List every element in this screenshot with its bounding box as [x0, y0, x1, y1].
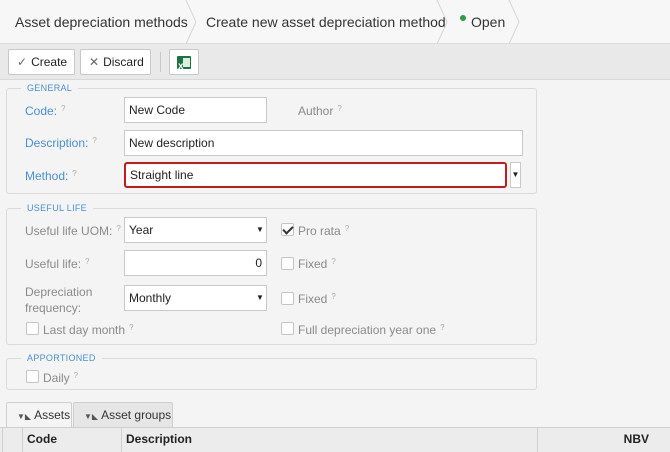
depreciation-frequency-label-line2: frequency:: [25, 301, 82, 315]
column-header-code[interactable]: Code: [22, 428, 121, 452]
useful-life-label: Useful life:?: [25, 257, 90, 271]
full-depreciation-year-one-label: Full depreciation year one?: [298, 323, 445, 337]
last-day-month-checkbox[interactable]: [26, 322, 39, 335]
tab-asset-groups-label: Asset groups: [101, 408, 172, 422]
useful-life-uom-select[interactable]: Year ▼: [124, 217, 267, 243]
help-icon: ?: [116, 224, 121, 233]
tab-icon: ▼◣: [17, 412, 32, 421]
column-header-nbv[interactable]: NBV: [537, 428, 653, 452]
help-icon: ?: [337, 104, 342, 113]
fixed-checkbox-2[interactable]: [281, 292, 294, 305]
help-icon: ?: [331, 257, 336, 266]
discard-button-label: Discard: [103, 55, 144, 69]
toolbar-divider: [160, 52, 161, 72]
status-badge: Open: [460, 0, 505, 44]
fixed-label-1: Fixed?: [298, 257, 336, 271]
tab-assets[interactable]: ▼◣ Assets: [6, 402, 72, 428]
column-header-description[interactable]: Description: [121, 428, 537, 452]
help-icon: ?: [73, 371, 79, 380]
help-icon: ?: [92, 136, 97, 145]
daily-checkbox[interactable]: [26, 370, 39, 383]
fixed-label-2: Fixed?: [298, 292, 336, 306]
chevron-down-icon: ▼: [256, 293, 264, 302]
code-field[interactable]: New Code: [124, 97, 267, 123]
description-field[interactable]: New description: [124, 130, 523, 156]
status-text: Open: [471, 14, 506, 30]
help-icon: ?: [85, 257, 90, 266]
excel-icon: [177, 55, 191, 79]
apportioned-legend: APPORTIONED: [21, 353, 102, 363]
grid-header: Code Description NBV: [0, 427, 670, 452]
full-depreciation-year-one-checkbox[interactable]: [281, 322, 294, 335]
general-legend: GENERAL: [21, 83, 79, 93]
help-icon: ?: [440, 323, 445, 332]
pro-rata-label: Pro rata?: [298, 224, 350, 238]
breadcrumb-separator-icon: [508, 0, 520, 44]
export-excel-button[interactable]: [169, 49, 199, 79]
depreciation-frequency-label-line1: Depreciation: [25, 285, 93, 299]
toolbar: ✓ Create ✕ Discard: [0, 44, 670, 80]
useful-life-uom-label: Useful life UOM:?: [25, 224, 121, 238]
breadcrumb-separator-icon: [185, 0, 197, 44]
last-day-month-label: Last day month?: [43, 323, 134, 337]
depreciation-frequency-value: Monthly: [129, 291, 172, 305]
useful-life-uom-value: Year: [129, 223, 154, 237]
close-icon: ✕: [89, 55, 100, 69]
method-label: Method:?: [25, 169, 77, 183]
apportioned-section: APPORTIONED: [6, 353, 537, 390]
useful-life-legend: USEFUL LIFE: [21, 203, 93, 213]
description-label: Description:?: [25, 136, 97, 150]
discard-button[interactable]: ✕ Discard: [80, 49, 151, 75]
code-label: Code:?: [25, 104, 66, 118]
breadcrumb: Asset depreciation methods Create new as…: [0, 0, 670, 44]
method-select[interactable]: Straight line: [124, 162, 507, 188]
daily-label: Daily?: [43, 371, 79, 385]
tab-icon: ▼◣: [84, 412, 99, 421]
depreciation-frequency-label: Depreciation frequency:: [25, 284, 92, 316]
method-dropdown-icon[interactable]: ▼: [510, 162, 521, 188]
tab-asset-groups[interactable]: ▼◣ Asset groups: [73, 402, 173, 427]
chevron-down-icon: ▼: [256, 225, 264, 234]
pro-rata-checkbox[interactable]: [281, 223, 294, 236]
help-icon: ?: [72, 169, 77, 178]
breadcrumb-asset-depreciation-methods[interactable]: Asset depreciation methods: [15, 0, 188, 44]
help-icon: ?: [129, 323, 134, 332]
help-icon: ?: [61, 104, 66, 113]
breadcrumb-separator-icon: [436, 0, 448, 44]
create-button-label: Create: [31, 55, 68, 69]
fixed-checkbox-1[interactable]: [281, 257, 294, 270]
breadcrumb-create-method[interactable]: Create new asset depreciation method: [206, 0, 446, 44]
help-icon: ?: [344, 224, 350, 233]
author-label: Author?: [298, 104, 342, 118]
create-button[interactable]: ✓ Create: [8, 49, 75, 75]
depreciation-frequency-select[interactable]: Monthly ▼: [124, 285, 267, 311]
check-icon: ✓: [17, 55, 28, 69]
grid-select-column[interactable]: [2, 428, 22, 452]
tab-assets-label: Assets: [34, 408, 71, 422]
help-icon: ?: [331, 292, 336, 301]
status-dot-icon: [460, 15, 466, 22]
useful-life-field[interactable]: 0: [124, 250, 267, 276]
